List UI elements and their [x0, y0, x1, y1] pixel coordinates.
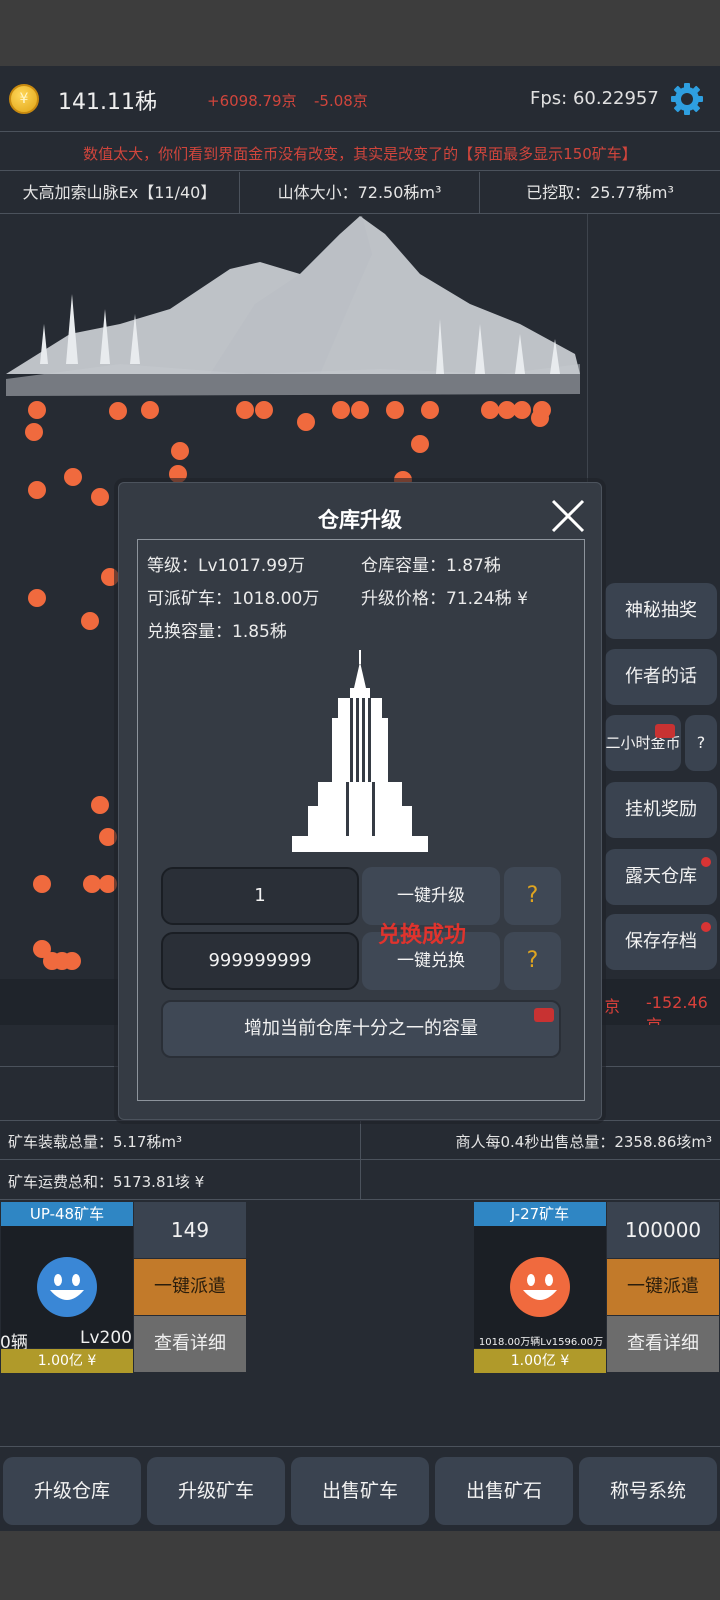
divider: [0, 1199, 720, 1200]
cart-price: 1.00亿 ¥: [1, 1349, 133, 1373]
warehouse-level: 等级：Lv1017.99万: [147, 556, 305, 576]
coin-amount: 141.11秭: [58, 90, 157, 115]
nav-upgrade-cart[interactable]: 升级矿车: [147, 1457, 285, 1525]
notification-dot: [701, 857, 711, 867]
warehouse-capacity: 仓库容量：1.87秭: [361, 556, 501, 576]
upgrade-amount-input[interactable]: 1: [161, 867, 359, 925]
cart-load-total: 矿车装载总量：5.17秭m³: [8, 1133, 183, 1151]
dispatch-count[interactable]: 149: [134, 1202, 246, 1258]
nav-sell-ore[interactable]: 出售矿石: [435, 1457, 573, 1525]
expense-rate: -5.08京: [314, 92, 368, 110]
nav-title-system[interactable]: 称号系统: [579, 1457, 717, 1525]
dispatch-button[interactable]: 一键派遣: [607, 1259, 719, 1315]
two-hour-help-button[interactable]: ?: [685, 715, 717, 771]
income-rate: +6098.79京: [207, 92, 297, 110]
exchange-success-toast: 兑换成功: [378, 923, 467, 948]
status-bar-top: [0, 0, 720, 66]
cart-title: J-27矿车: [474, 1202, 606, 1226]
dialog-title: 仓库升级: [318, 508, 402, 532]
exchange-help-button[interactable]: ?: [504, 932, 561, 990]
video-ad-icon: [655, 724, 675, 738]
increase-capacity-button[interactable]: 增加当前仓库十分之一的容量: [161, 1000, 561, 1058]
lottery-button[interactable]: 神秘抽奖: [605, 583, 717, 639]
status-bar-bottom: [0, 1531, 720, 1600]
cart-info: 1018.00万辆Lv1596.00万: [478, 1337, 604, 1348]
dispatch-count[interactable]: 100000: [607, 1202, 719, 1258]
exchange-amount-input[interactable]: 999999999: [161, 932, 359, 990]
mined-amount: 已挖取：25.77秭m³: [526, 183, 674, 202]
mountain-illustration: [6, 216, 580, 396]
orange-smiley-icon: [510, 1257, 570, 1317]
view-details-button[interactable]: 查看详细: [607, 1316, 719, 1372]
mountain-size: 山体大小：72.50秭m³: [240, 172, 480, 214]
notification-dot: [701, 922, 711, 932]
dispatch-button[interactable]: 一键派遣: [134, 1259, 246, 1315]
mountain-name: 大高加索山脉Ex【11/40】: [0, 172, 240, 214]
view-details-button[interactable]: 查看详细: [134, 1316, 246, 1372]
notice-text: 数值太大，你们看到界面金币没有改变，其实是改变了的【界面最多显示150矿车】: [83, 145, 637, 163]
coin-icon: ¥: [9, 84, 39, 114]
skyscraper-icon: [292, 650, 428, 852]
game-screen: ¥ 141.11秭 +6098.79京 -5.08京 Fps: 60.22957…: [0, 0, 720, 1600]
gear-icon[interactable]: [668, 80, 706, 118]
close-icon[interactable]: [550, 498, 586, 534]
upgrade-price: 升级价格：71.24秭 ¥: [361, 589, 528, 609]
nav-upgrade-warehouse[interactable]: 升级仓库: [3, 1457, 141, 1525]
video-ad-icon: [534, 1008, 554, 1022]
cart-title: UP-48矿车: [1, 1202, 133, 1226]
freight-total: 矿车运费总和：5173.81垓 ¥: [8, 1173, 205, 1191]
strip-partial-value: 京: [604, 997, 621, 1016]
exchange-capacity: 兑换容量：1.85秭: [147, 622, 287, 642]
cart-level: Lv200: [80, 1328, 132, 1348]
save-game-button[interactable]: 保存存档: [605, 914, 717, 970]
divider: [360, 1120, 361, 1199]
cart-price: 1.00亿 ¥: [474, 1349, 606, 1373]
fps-readout: Fps: 60.22957: [530, 88, 659, 109]
blue-smiley-icon: [37, 1257, 97, 1317]
idle-reward-button[interactable]: 挂机奖励: [605, 782, 717, 838]
merchant-sell-total: 商人每0.4秒出售总量：2358.86垓m³: [455, 1133, 712, 1151]
upgrade-help-button[interactable]: ?: [504, 867, 561, 925]
open-warehouse-button[interactable]: 露天仓库: [605, 849, 717, 905]
author-notes-button[interactable]: 作者的话: [605, 649, 717, 705]
nav-sell-cart[interactable]: 出售矿车: [291, 1457, 429, 1525]
divider: [0, 1446, 720, 1447]
dispatchable-carts: 可派矿车：1018.00万: [147, 589, 320, 609]
